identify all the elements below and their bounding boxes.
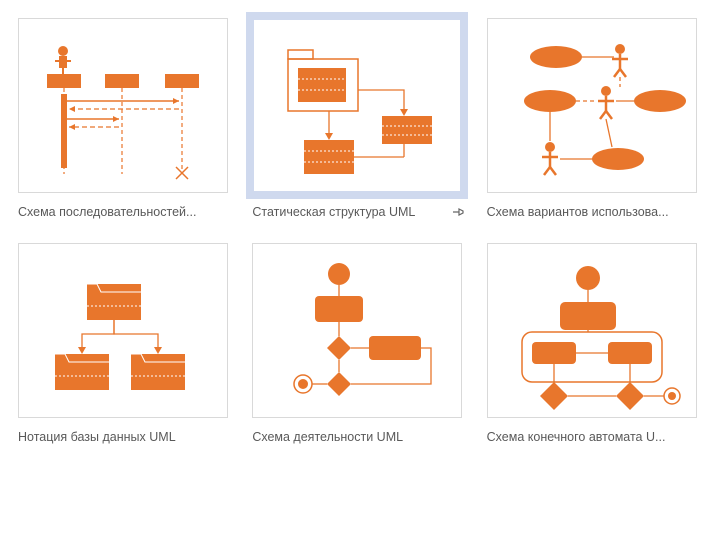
template-thumbnail [18,18,228,193]
template-thumbnail [487,18,697,193]
template-label: Схема деятельности UML [252,430,403,444]
pin-icon[interactable] [451,205,465,219]
template-label: Статическая структура UML [252,205,415,219]
template-label: Схема последовательностей... [18,205,196,219]
uml-sequence-diagram-icon [19,19,229,194]
template-label: Схема конечного автомата U... [487,430,666,444]
template-tile-activity[interactable]: Схема деятельности UML [252,243,464,446]
uml-state-machine-icon [488,244,698,419]
template-grid: Схема последовательностей... [0,0,717,464]
template-tile-state-machine[interactable]: Схема конечного автомата U... [487,243,699,446]
template-thumbnail [487,243,697,418]
template-thumbnail [252,243,462,418]
uml-static-structure-icon [254,20,464,195]
template-thumbnail [252,18,462,193]
template-thumbnail [18,243,228,418]
template-label: Нотация базы данных UML [18,430,176,444]
template-tile-use-case[interactable]: Схема вариантов использова... [487,18,699,221]
uml-database-notation-icon [19,244,229,419]
template-tile-static-structure[interactable]: Статическая структура UML [252,18,464,221]
template-tile-sequence[interactable]: Схема последовательностей... [18,18,230,221]
template-label: Схема вариантов использова... [487,205,669,219]
template-tile-database[interactable]: Нотация базы данных UML [18,243,230,446]
uml-use-case-icon [488,19,698,194]
uml-activity-diagram-icon [253,244,463,419]
